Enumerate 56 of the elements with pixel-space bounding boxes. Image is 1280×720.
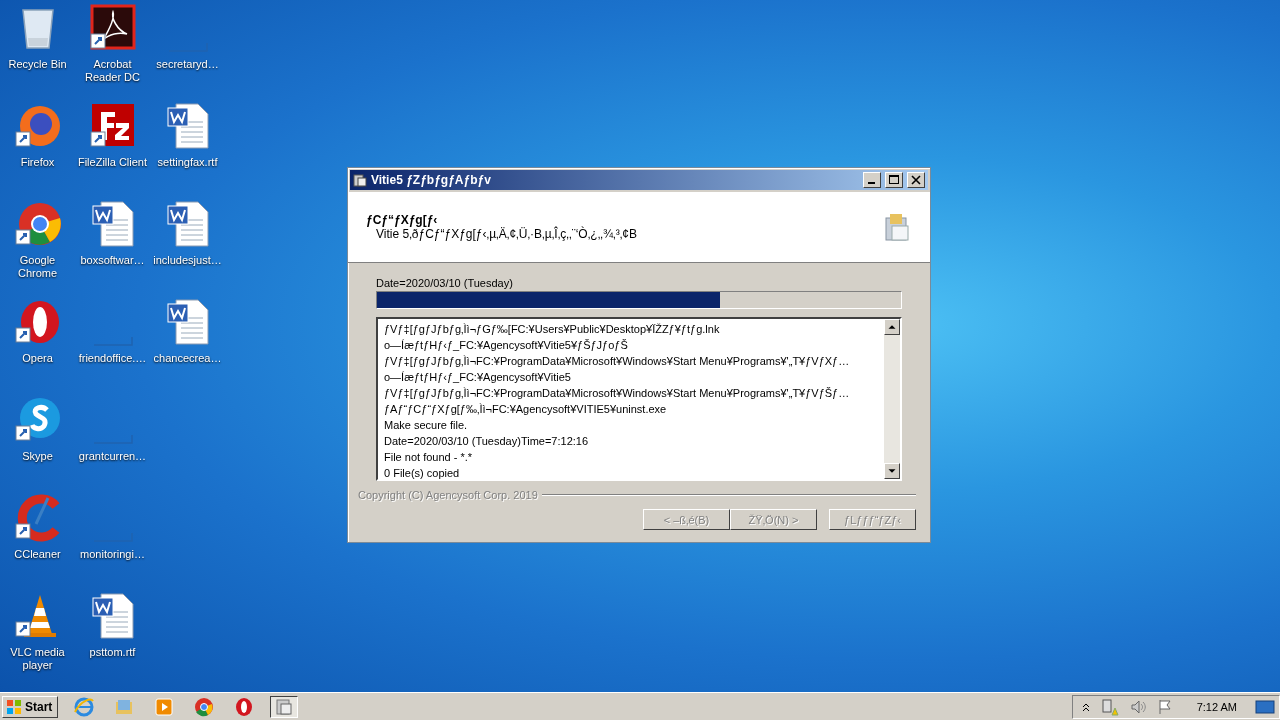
installer-icon [353,173,367,187]
log-line: Date=2020/03/10 (Tuesday)Time=7:12:16 [384,434,590,449]
ccleaner-icon [13,494,62,542]
opera-icon [13,298,62,346]
log-line: ƒVƒ‡[ƒgƒJƒbƒg‚Ìì¬ƒGƒ‰[FC:¥Users¥Public¥Desktop¥ÏŽZƒ¥ƒtƒg.lnk [384,322,721,337]
icon-label[interactable]: Acrobat Reader DC [75,58,150,84]
icon-label[interactable]: Skype [0,450,75,463]
windows-logo-icon [6,698,22,715]
icon-label[interactable]: grantcurren… [75,450,150,463]
log-line: o—ÍæƒtƒHƒ‹ƒ_FC:¥Agencysoft¥Vitie5¥ƒŠƒJƒoƒŠ [384,338,629,353]
log-line: o—ÍæƒtƒHƒ‹ƒ_FC:¥Agencysoft¥Vitie5 [384,370,572,385]
header-title: ƒCƒ“ƒXƒg[ƒ‹ [366,213,438,227]
log-line: ƒVƒ‡[ƒgƒJƒbƒg‚Ìì¬FC:¥ProgramData¥Microsoft¥Windows¥Start Menu¥Programs¥'„T¥ƒVƒXƒ… [384,354,851,369]
browser-icon [73,695,96,718]
close-icon[interactable] [907,172,925,188]
chrome-icon [13,200,62,248]
icon-label[interactable]: settingfax.rtf [150,156,225,169]
filezilla-icon [88,102,137,150]
blank-file-icon [92,336,133,346]
log-line: File not found - *.* [384,450,474,465]
log-line: 0 File(s) copied [384,466,461,479]
copyright-text: Copyright (C) Agencysoft Corp. 2019 [358,489,538,501]
header-subtitle: Vitie 5‚ðƒCƒ“ƒXƒg[ƒ‹‚µ‚Ä‚¢‚Ü‚·B‚µ‚Î‚ç‚‚¨‘Ò‚¿‚‚¾‚³‚¢B [376,227,639,241]
icon-label[interactable]: Recycle Bin [0,58,75,71]
log-line: ƒVƒ‡[ƒgƒJƒbƒg‚Ìì¬FC:¥ProgramData¥Microsoft¥Windows¥Start Menu¥Programs¥'„T¥ƒVƒŠƒ… [384,386,851,401]
taskbar-button[interactable] [270,695,299,718]
window-title: Vitie5 ƒZƒbƒgƒAƒbƒv [371,173,492,187]
installer-box-icon [882,212,912,242]
icon-label[interactable]: Firefox [0,156,75,169]
scrollbar[interactable] [884,319,900,479]
skype-icon [13,396,62,444]
icon-label[interactable]: chancecrea… [150,352,225,365]
blank-file-icon [92,434,133,444]
icon-label[interactable]: secretaryd… [150,58,225,71]
scroll-down-icon[interactable] [884,463,900,479]
start-button[interactable]: Start [2,695,59,718]
acrobat-icon [88,4,137,52]
icon-label[interactable]: CCleaner [0,548,75,561]
icon-label[interactable]: Google Chrome [0,254,75,280]
maximize-icon[interactable] [885,172,903,188]
log-line: Make secure file. [384,418,469,433]
icon-label[interactable]: FileZilla Client [75,156,150,169]
icon-label[interactable]: includesjust… [150,254,225,267]
scroll-up-icon[interactable] [884,319,900,335]
show-desktop-icon[interactable] [1255,698,1275,715]
minimize-icon[interactable] [863,172,881,188]
icon-label[interactable]: Opera [0,352,75,365]
icon-label[interactable]: psttom.rtf [75,646,150,659]
flag-icon[interactable] [1156,697,1173,716]
clock[interactable]: 7:12 AM [1196,700,1237,713]
icon-label[interactable]: monitoringi… [75,548,150,561]
icon-label[interactable]: boxsoftwar… [75,254,150,267]
icon-label[interactable]: friendoffice.… [75,352,150,365]
log-line: ƒAƒ“ƒCƒ“ƒXƒg[ƒ‰‚Ìì¬FC:¥Agencysoft¥VITIE5¥uninst.exe [384,402,668,417]
icon-label[interactable]: VLC media player [0,646,75,672]
status-text: Date=2020/03/10 (Tuesday) [376,277,514,289]
